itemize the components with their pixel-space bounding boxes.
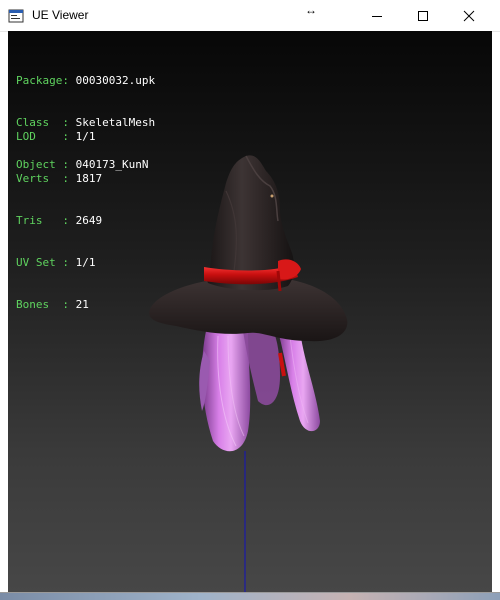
ue-viewer-window: UE Viewer ↔ Package: 00030032.upk Class … xyxy=(0,0,500,592)
app-icon[interactable] xyxy=(8,8,24,24)
window-title: UE Viewer xyxy=(32,8,89,22)
witch-hat-model xyxy=(149,155,348,592)
minimize-icon xyxy=(372,15,382,17)
3d-viewport[interactable]: Package: 00030032.upk Class : SkeletalMe… xyxy=(8,31,492,592)
title-bar[interactable]: UE Viewer ↔ xyxy=(0,0,500,32)
maximize-button[interactable] xyxy=(400,0,446,31)
close-button[interactable] xyxy=(446,0,492,31)
close-icon xyxy=(463,10,475,21)
resize-cursor-icon: ↔ xyxy=(305,3,317,17)
minimize-button[interactable] xyxy=(354,0,400,31)
hair-mesh xyxy=(199,331,320,452)
maximize-icon xyxy=(418,10,428,21)
